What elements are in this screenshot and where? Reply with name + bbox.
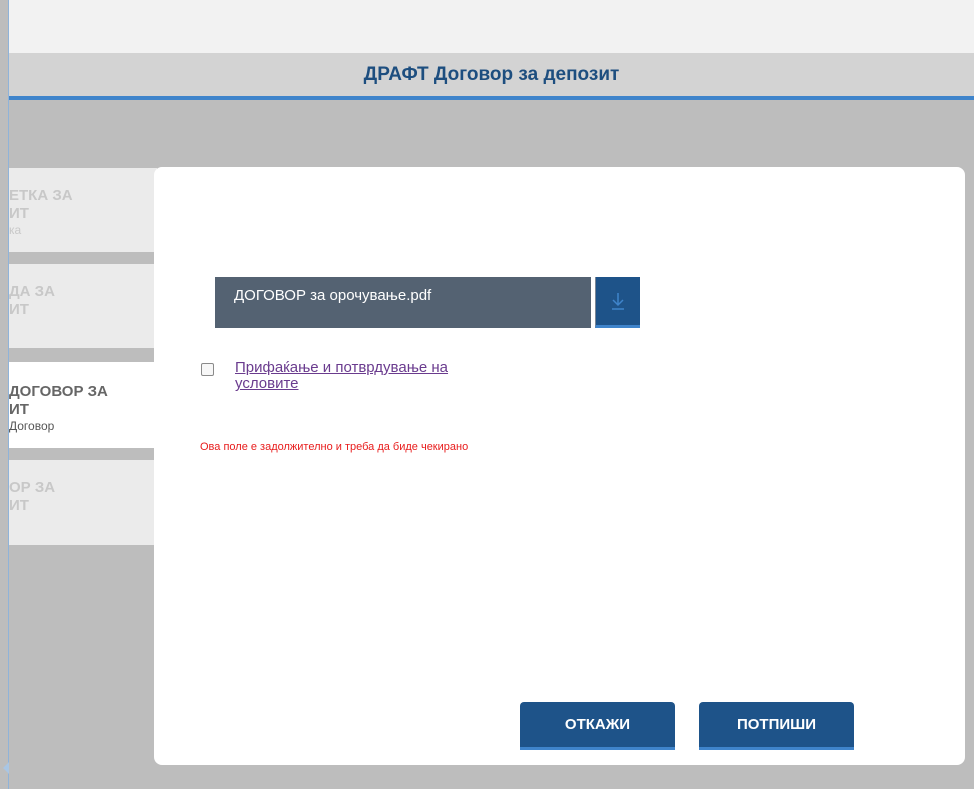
wizard-step-label: ИТ [9, 401, 29, 418]
wizard-step-label: ДОГОВОР ЗА [9, 383, 108, 400]
wizard-step-label: ДА ЗА [9, 283, 55, 300]
contract-dialog: ДОГОВОР за орочување.pdf Прифаќање и пот… [154, 167, 965, 765]
wizard-step-sublabel: ка [9, 223, 22, 237]
validation-error: Ова поле е задолжително и треба да биде … [200, 441, 469, 453]
wizard-step-sublabel: Договор [9, 419, 55, 433]
corner-arrow-icon [3, 762, 9, 774]
top-strip [9, 0, 974, 53]
document-filename[interactable]: ДОГОВОР за орочување.pdf [215, 277, 591, 328]
wizard-step-4[interactable]: ОР ЗА ИТ [9, 460, 157, 545]
wizard-step-1[interactable]: ЕТКА ЗА ИТ ка [9, 168, 157, 252]
sign-button[interactable]: ПОТПИШИ [699, 702, 854, 750]
wizard-step-2[interactable]: ДА ЗА ИТ [9, 264, 157, 348]
download-button[interactable] [595, 277, 640, 328]
wizard-step-label: ИТ [9, 301, 29, 318]
document-row: ДОГОВОР за орочување.pdf [215, 277, 640, 328]
wizard-step-label: ИТ [9, 497, 29, 514]
terms-link[interactable]: Прифаќање и потврдување на условите [235, 360, 515, 392]
wizard-step-3-current[interactable]: ДОГОВОР ЗА ИТ Договор [9, 362, 157, 448]
cancel-button[interactable]: ОТКАЖИ [520, 702, 675, 750]
wizard-step-label: ЕТКА ЗА [9, 187, 73, 204]
page-title: ДРАФТ Договор за депозит [363, 64, 620, 85]
download-arrow-icon [612, 293, 624, 310]
terms-checkbox[interactable] [201, 363, 214, 376]
wizard-step-label: ОР ЗА [9, 479, 56, 496]
title-bar: ДРАФТ Договор за депозит [9, 53, 974, 100]
wizard-step-label: ИТ [9, 205, 29, 222]
